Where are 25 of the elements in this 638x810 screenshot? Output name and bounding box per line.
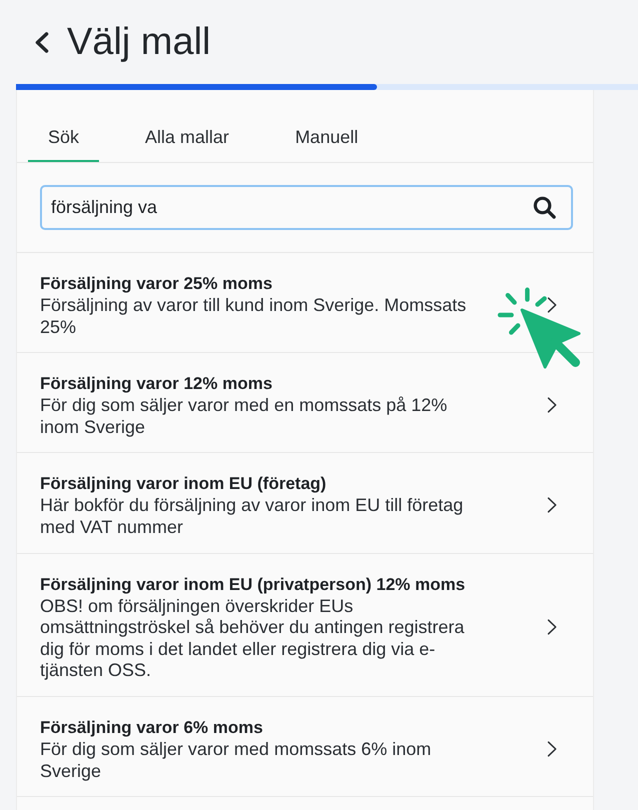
template-title: Försäljning varor 25% moms: [40, 273, 274, 295]
chevron-right-icon: [547, 619, 557, 636]
tab[interactable]: Manuell: [275, 114, 378, 162]
template-title: Försäljning varor inom EU (företag): [40, 473, 328, 496]
back-icon[interactable]: [34, 32, 49, 52]
chevron-right-icon: [547, 497, 557, 514]
template-title: Försäljning varor 12% moms: [40, 373, 274, 396]
template-description: För dig som säljer varor med en momssats på 12% inom Sverige: [40, 395, 448, 438]
template-description: Försäljning av varor till kund inom Sverige. Momssats 25%: [40, 295, 468, 338]
page-title: Välj mall: [67, 20, 211, 65]
template-description: Här bokför du försäljning av varor inom EU till företag med VAT nummer: [40, 495, 464, 539]
template-title: Försäljning varor inom EU (privatperson) 12% moms: [40, 574, 466, 596]
search-icon[interactable]: [533, 196, 556, 219]
chevron-right-icon: [547, 297, 557, 314]
template-list-item[interactable]: Försäljning varor 6% moms För dig som säljer varor med momssats 6% inom Sverige: [17, 696, 593, 798]
template-description: För dig som säljer varor med momssats 6% inom Sverige: [40, 738, 432, 782]
template-list-item[interactable]: Försäljning varor inom EU (företag) Här bokför du försäljning av varor inom EU till företag med VAT nummer: [17, 453, 593, 554]
template-description: OBS! om försäljningen överskrider EUs omsättningströskel så behöver du antingen registrera dig för moms i det landet eller registrera dig via e-tjänsten OSS.: [40, 596, 466, 682]
search-field[interactable]: försäljning va: [40, 185, 573, 230]
cursor-click-icon: [497, 287, 581, 369]
tab[interactable]: Sök: [28, 114, 100, 162]
tab[interactable]: Alla mallar: [125, 114, 250, 162]
template-title: Försäljning varor 6% moms: [40, 716, 264, 739]
chevron-right-icon: [547, 397, 557, 414]
chevron-right-icon: [547, 741, 557, 758]
